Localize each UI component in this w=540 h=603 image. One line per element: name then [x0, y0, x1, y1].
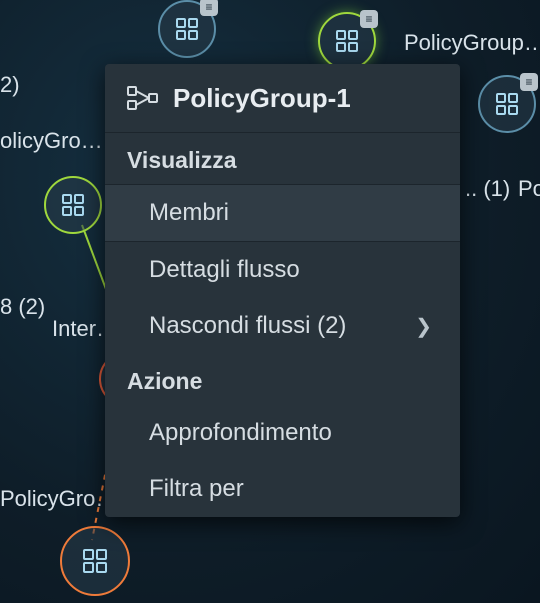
menu-item-hide-flows[interactable]: Nascondi flussi (2) ❯: [105, 298, 460, 354]
graph-canvas[interactable]: ≡ ≡ PolicyGroup… ≡ 2) olicyGro… .. (1) P…: [0, 0, 540, 603]
graph-node-orange-bottom[interactable]: [60, 526, 130, 596]
node-label-top-right: PolicyGroup…: [404, 30, 540, 56]
graph-node-policygroup[interactable]: ≡: [318, 12, 376, 70]
node-label-right-1: .. (1): [465, 176, 510, 202]
section-label-action: Azione: [105, 354, 460, 405]
context-menu-header: PolicyGroup-1: [105, 64, 460, 133]
node-label-left-policy: olicyGro…: [0, 128, 103, 154]
node-label-left-2: 2): [0, 72, 20, 98]
section-label-view: Visualizza: [105, 133, 460, 184]
graph-node-green-left[interactable]: [44, 176, 102, 234]
chevron-right-icon: ❯: [415, 314, 432, 339]
menu-item-label: Nascondi flussi (2): [149, 312, 346, 340]
menu-item-label: Dettagli flusso: [149, 256, 300, 284]
menu-item-flow-details[interactable]: Dettagli flusso: [105, 242, 460, 298]
menu-item-members[interactable]: Membri: [105, 185, 460, 241]
context-menu: PolicyGroup-1 Visualizza Membri Dettagli…: [105, 64, 460, 517]
menu-item-label: Approfondimento: [149, 419, 332, 447]
menu-item-deep-dive[interactable]: Approfondimento: [105, 405, 460, 461]
context-menu-title: PolicyGroup-1: [173, 83, 351, 114]
node-badge-icon: ≡: [200, 0, 218, 16]
node-badge-icon: ≡: [360, 10, 378, 28]
graph-node-right[interactable]: ≡: [478, 75, 536, 133]
node-label-bottom-policy: PolicyGro…: [0, 486, 117, 512]
menu-item-filter-by[interactable]: Filtra per: [105, 461, 460, 517]
node-badge-icon: ≡: [520, 73, 538, 91]
node-label-8-2: 8 (2): [0, 294, 45, 320]
graph-node-top-left[interactable]: ≡: [158, 0, 216, 58]
group-icon: [127, 82, 159, 114]
menu-item-label: Membri: [149, 199, 229, 227]
menu-item-label: Filtra per: [149, 475, 244, 503]
node-label-right-po: Po…: [518, 176, 540, 202]
